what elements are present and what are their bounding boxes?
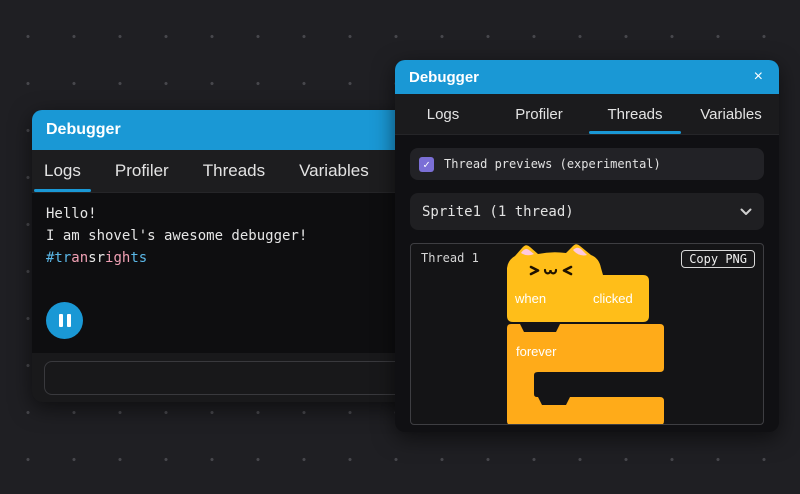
- console-footer: [32, 353, 432, 402]
- pause-icon: [67, 314, 71, 327]
- left-tab-logs[interactable]: Logs: [44, 150, 81, 192]
- copy-png-button[interactable]: Copy PNG: [681, 250, 755, 268]
- script-preview: when clicked forever: [507, 244, 667, 425]
- console-input[interactable]: [44, 361, 420, 395]
- right-window-title: Debugger: [409, 69, 479, 86]
- sprite-dropdown[interactable]: Sprite1 (1 thread): [410, 193, 764, 230]
- block-label-when: when: [514, 291, 546, 306]
- chevron-down-icon: [740, 208, 752, 216]
- thread-previews-label: Thread previews (experimental): [444, 157, 661, 171]
- log-line-transrights: #transrights: [46, 247, 418, 269]
- debugger-window-front: Debugger × Logs Profiler Threads Variabl…: [395, 60, 779, 432]
- thread-previews-row[interactable]: ✓ Thread previews (experimental): [410, 148, 764, 180]
- close-icon[interactable]: ×: [750, 67, 767, 87]
- forever-block: forever: [507, 324, 664, 425]
- thread-preview-panel: Thread 1 Copy PNG when clicked: [410, 243, 764, 425]
- log-segment: #tr: [46, 250, 71, 266]
- thread-previews-checkbox[interactable]: ✓: [419, 157, 434, 172]
- log-line: I am shovel's awesome debugger!: [46, 225, 418, 247]
- log-output: Hello! I am shovel's awesome debugger! #…: [32, 193, 432, 353]
- right-tab-variables[interactable]: Variables: [683, 94, 779, 134]
- log-segment: igh: [105, 250, 130, 266]
- log-segment: an: [71, 250, 88, 266]
- right-tab-logs[interactable]: Logs: [395, 94, 491, 134]
- pause-icon: [59, 314, 63, 327]
- left-tab-threads[interactable]: Threads: [203, 150, 265, 192]
- left-tab-profiler[interactable]: Profiler: [115, 150, 169, 192]
- pause-button[interactable]: [46, 302, 83, 339]
- log-segment: sr: [88, 250, 105, 266]
- right-tab-threads[interactable]: Threads: [587, 94, 683, 134]
- log-segment: ts: [130, 250, 147, 266]
- left-window-title: Debugger: [46, 121, 121, 139]
- debugger-window-back: Debugger Logs Profiler Threads Variables…: [32, 110, 432, 402]
- when-clicked-cat-hat-block: when clicked: [507, 244, 649, 322]
- left-tab-bar: Logs Profiler Threads Variables: [32, 150, 432, 193]
- left-tab-variables[interactable]: Variables: [299, 150, 369, 192]
- threads-tab-content: ✓ Thread previews (experimental) Sprite1…: [395, 135, 779, 432]
- right-window-titlebar[interactable]: Debugger ×: [395, 60, 779, 94]
- right-tab-profiler[interactable]: Profiler: [491, 94, 587, 134]
- block-label-forever: forever: [516, 344, 557, 359]
- log-line: Hello!: [46, 203, 418, 225]
- block-label-clicked: clicked: [593, 291, 633, 306]
- sprite-dropdown-value: Sprite1 (1 thread): [422, 204, 574, 220]
- left-window-titlebar[interactable]: Debugger: [32, 110, 432, 150]
- right-tab-bar: Logs Profiler Threads Variables: [395, 94, 779, 135]
- thread-title: Thread 1: [421, 251, 479, 265]
